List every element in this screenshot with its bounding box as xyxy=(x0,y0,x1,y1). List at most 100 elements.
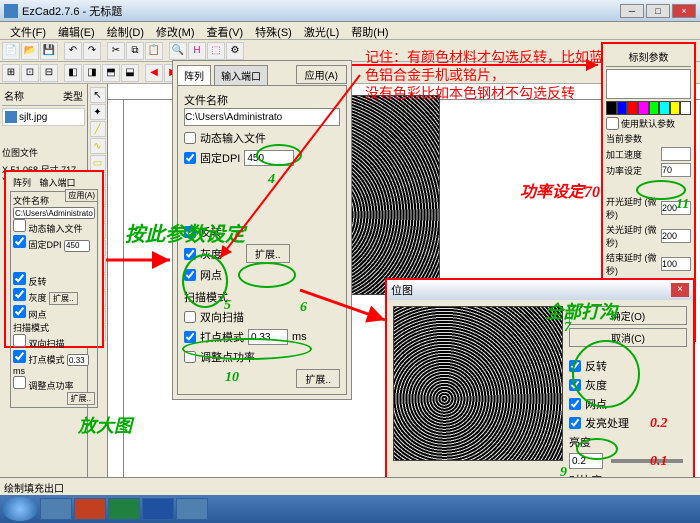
pointer-icon[interactable]: ↖ xyxy=(90,87,106,103)
align2-icon[interactable]: ◨ xyxy=(83,64,101,82)
cut-icon[interactable]: ✂ xyxy=(107,42,125,60)
tab-input-port[interactable]: 输入端口 xyxy=(214,65,268,85)
menu-draw[interactable]: 绘制(D) xyxy=(101,22,150,39)
align4-icon[interactable]: ⬓ xyxy=(121,64,139,82)
align1-icon[interactable]: ◧ xyxy=(64,64,82,82)
pop-dot-check[interactable] xyxy=(569,398,581,410)
exp2-s[interactable]: 扩展.. xyxy=(67,392,95,405)
taskbar xyxy=(0,495,700,523)
snap1-icon[interactable]: ⊞ xyxy=(2,64,20,82)
expand2-button[interactable]: 扩展.. xyxy=(296,369,340,388)
fn-input-s[interactable] xyxy=(13,207,95,219)
power-input[interactable] xyxy=(661,163,691,177)
tab-port-s[interactable]: 输入端口 xyxy=(37,177,79,189)
task-ezcad[interactable] xyxy=(176,498,208,520)
dotmode-check[interactable] xyxy=(184,331,196,343)
start-button[interactable] xyxy=(2,497,38,521)
redo-icon[interactable]: ↷ xyxy=(83,42,101,60)
anno-allcheck: 全部打沟 xyxy=(545,298,617,324)
bright-slider[interactable] xyxy=(611,459,683,463)
gray-s[interactable] xyxy=(13,288,26,301)
col-type: 类型 xyxy=(63,88,83,103)
task-excel[interactable] xyxy=(108,498,140,520)
tool-icon[interactable]: H xyxy=(188,42,206,60)
dotm-s[interactable] xyxy=(13,350,26,363)
laseroff-label: 关光延时 (微秒) xyxy=(606,223,659,249)
align3-icon[interactable]: ⬒ xyxy=(102,64,120,82)
dynamic-input-label: 动态输入文件 xyxy=(200,130,266,146)
inv-s[interactable] xyxy=(13,272,26,285)
dot-s[interactable] xyxy=(13,305,26,318)
laseroff-input[interactable] xyxy=(661,229,691,243)
undo-icon[interactable]: ↶ xyxy=(64,42,82,60)
snap3-icon[interactable]: ⊟ xyxy=(40,64,58,82)
annotation-note: 记住：有颜色材料才勾选反转，比如蓝 色铝合金手机或铭片， 没有色彩比如本色钢材不… xyxy=(365,48,685,103)
copy-icon[interactable]: ⧉ xyxy=(126,42,144,60)
pop-bright-label: 发亮处理 xyxy=(585,415,629,431)
filename-input[interactable] xyxy=(184,108,340,126)
close-button[interactable]: × xyxy=(672,4,696,18)
dott-s[interactable] xyxy=(67,354,89,366)
ring-contrast xyxy=(576,438,618,460)
menu-laser[interactable]: 激光(L) xyxy=(298,22,345,39)
apply-button[interactable]: 应用(A) xyxy=(296,65,347,84)
zoom-icon[interactable]: 🔍 xyxy=(169,42,187,60)
arrow-left-icon[interactable]: ◀ xyxy=(145,64,163,82)
snap2-icon[interactable]: ⊡ xyxy=(21,64,39,82)
speed-input[interactable] xyxy=(661,147,691,161)
exp-s[interactable]: 扩展.. xyxy=(49,292,77,305)
task-ppt[interactable] xyxy=(74,498,106,520)
dialog-close-icon[interactable]: × xyxy=(671,283,689,297)
anno-7: 7 xyxy=(564,320,571,336)
rect-icon[interactable]: ▭ xyxy=(90,155,106,171)
task-explorer[interactable] xyxy=(40,498,72,520)
list-item[interactable]: sjlt.jpg xyxy=(2,108,85,126)
fixdpi-s[interactable] xyxy=(13,235,26,248)
paste-icon[interactable]: 📋 xyxy=(145,42,163,60)
menu-file[interactable]: 文件(F) xyxy=(4,22,52,39)
anno-line3: 没有色彩比如本色钢材不勾选反转 xyxy=(365,84,685,102)
color-strip[interactable] xyxy=(606,101,691,115)
fixdpi-check[interactable] xyxy=(184,152,196,164)
menu-help[interactable]: 帮助(H) xyxy=(345,22,394,39)
enddelay-input[interactable] xyxy=(661,257,691,271)
maximize-button[interactable]: □ xyxy=(646,4,670,18)
enddelay-label: 结束延时 (微秒) xyxy=(606,251,659,277)
expand-button[interactable]: 扩展.. xyxy=(246,244,290,263)
dynamic-input-check[interactable] xyxy=(184,132,196,144)
usedef-check[interactable] xyxy=(606,117,619,130)
open-icon[interactable]: 📂 xyxy=(21,42,39,60)
cancel-button[interactable]: 取消(C) xyxy=(569,328,687,347)
dpi-s[interactable] xyxy=(64,240,90,252)
save-icon[interactable]: 💾 xyxy=(40,42,58,60)
anno-power: 功率设定70 xyxy=(520,178,600,202)
pop-bright-check[interactable] xyxy=(569,417,581,429)
tab-array-s[interactable]: 阵列 xyxy=(10,177,34,189)
menu-modify[interactable]: 修改(M) xyxy=(150,22,201,39)
dyn-s[interactable] xyxy=(13,219,26,232)
anno-11: 11 xyxy=(676,197,689,213)
menu-edit[interactable]: 编辑(E) xyxy=(52,22,101,39)
new-icon[interactable]: 📄 xyxy=(2,42,20,60)
tab-array[interactable]: 阵列 xyxy=(177,65,211,85)
current-label: 当前参数 xyxy=(606,132,691,145)
anno-zoom: 放大图 xyxy=(78,412,132,438)
line-icon[interactable]: ╱ xyxy=(90,121,106,137)
node-icon[interactable]: ✦ xyxy=(90,104,106,120)
gray-label-s: 灰度 xyxy=(29,293,47,303)
adjp-s[interactable] xyxy=(13,376,26,389)
bitmap-icon xyxy=(5,111,17,123)
tool2-icon[interactable]: ⬚ xyxy=(207,42,225,60)
anno-5: 5 xyxy=(224,298,231,314)
curve-icon[interactable]: ∿ xyxy=(90,138,106,154)
ring-checks xyxy=(182,254,228,308)
minimize-button[interactable]: ─ xyxy=(620,4,644,18)
bidir-check[interactable] xyxy=(184,311,196,323)
menu-view[interactable]: 查看(V) xyxy=(201,22,250,39)
ruler-vertical xyxy=(108,100,124,507)
menu-special[interactable]: 特殊(S) xyxy=(249,22,298,39)
apply-s[interactable]: 应用(A) xyxy=(65,189,98,202)
task-word[interactable] xyxy=(142,498,174,520)
tool3-icon[interactable]: ⚙ xyxy=(226,42,244,60)
bidir-s[interactable] xyxy=(13,334,26,347)
